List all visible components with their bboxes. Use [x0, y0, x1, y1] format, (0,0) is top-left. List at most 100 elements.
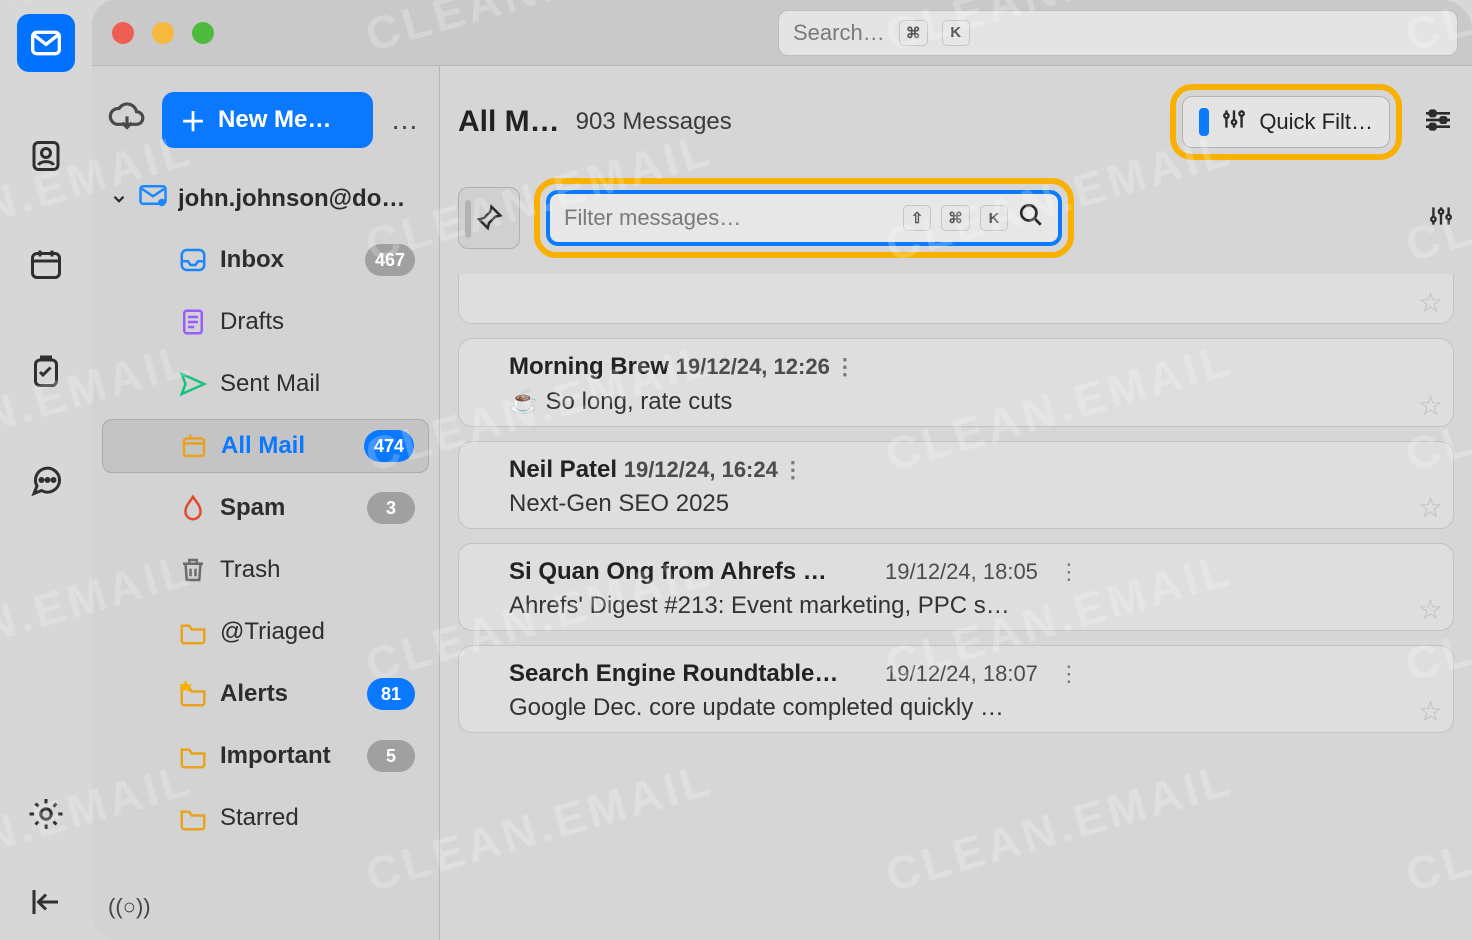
gear-icon[interactable]: [22, 790, 70, 838]
window: Search… ⌘ K ＋ New Me… …: [92, 0, 1472, 940]
star-icon[interactable]: ☆: [1418, 389, 1443, 422]
sidebar-item-label: @Triaged: [220, 618, 415, 646]
titlebar: Search… ⌘ K: [92, 0, 1472, 66]
account-row[interactable]: john.johnson@do…: [102, 170, 429, 233]
envelope-lock-icon: [138, 180, 168, 217]
star-icon[interactable]: ☆: [1418, 695, 1443, 728]
page-title: All M…: [458, 105, 560, 139]
search-input[interactable]: Search… ⌘ K: [778, 10, 1458, 56]
mail-icon[interactable]: [17, 14, 75, 72]
sender: Search Engine Roundtable…: [509, 660, 869, 688]
sidebar-item-label: Spam: [220, 494, 351, 522]
new-message-label: New Me…: [218, 106, 331, 134]
sidebar-item-important[interactable]: Important 5: [102, 729, 429, 783]
badge: 81: [367, 678, 415, 710]
minimize-icon[interactable]: [152, 22, 174, 44]
sidebar-item-label: Starred: [220, 804, 415, 832]
subject: ☕ So long, rate cuts: [509, 387, 1435, 416]
message-card[interactable]: ☆: [458, 274, 1454, 324]
message-list: ☆ Morning Brew 19/12/24, 12:26⋮ ☕ So long…: [440, 274, 1472, 940]
badge: 3: [367, 492, 415, 524]
kebab-icon[interactable]: ⋮: [778, 457, 808, 482]
badge: 5: [367, 740, 415, 772]
date: 19/12/24, 12:26: [676, 354, 830, 379]
sent-icon: [178, 369, 208, 399]
chevron-down-icon: [110, 190, 128, 208]
display-options-icon[interactable]: [1422, 104, 1454, 141]
sidebar-item-sent[interactable]: Sent Mail: [102, 357, 429, 411]
traffic-lights: [112, 22, 214, 44]
folder-icon: [178, 741, 208, 771]
date: 19/12/24, 18:07: [885, 661, 1038, 687]
star-icon[interactable]: ☆: [1418, 593, 1443, 626]
sidebar-item-alerts[interactable]: Alerts 81: [102, 667, 429, 721]
sender: Si Quan Ong from Ahrefs …: [509, 558, 869, 586]
quick-filter-label: Quick Filt…: [1259, 109, 1373, 135]
tasks-icon[interactable]: [22, 348, 70, 396]
date: 19/12/24, 18:05: [885, 559, 1038, 585]
folder-star-icon: [178, 679, 208, 709]
sidebar-item-drafts[interactable]: Drafts: [102, 295, 429, 349]
message-card[interactable]: Search Engine Roundtable… 19/12/24, 18:07…: [458, 645, 1454, 733]
sidebar-items: Inbox 467 Drafts Sent Mail All Mail474 Spam 3 T…: [102, 233, 429, 845]
sidebar-item-spam[interactable]: Spam 3: [102, 481, 429, 535]
kbd-k: K: [942, 20, 970, 46]
sidebar-item-label: Alerts: [220, 680, 351, 708]
message-count: 903 Messages: [576, 108, 732, 136]
filter-placeholder: Filter messages…: [564, 205, 893, 231]
subject: Ahrefs' Digest #213: Event marketing, PP…: [509, 592, 1435, 620]
sidebar-item-label: Important: [220, 742, 351, 770]
main-panel: All M… 903 Messages Quick Filt…: [440, 66, 1472, 940]
kbd-cmd: ⌘: [899, 20, 928, 46]
star-icon[interactable]: ☆: [1418, 491, 1443, 524]
sidebar-item-trash[interactable]: Trash: [102, 543, 429, 597]
sync-icon[interactable]: [108, 99, 146, 142]
sidebar-item-inbox[interactable]: Inbox 467: [102, 233, 429, 287]
folder-icon: [178, 803, 208, 833]
sidebar-item-label: Sent Mail: [220, 370, 415, 398]
filter-active-indicator: [1199, 108, 1209, 136]
message-card[interactable]: Morning Brew 19/12/24, 12:26⋮ ☕ So long, …: [458, 338, 1454, 427]
sidebar: ＋ New Me… … john.johnson@do… Inbox 467 Dra…: [92, 66, 440, 940]
star-icon[interactable]: ☆: [1418, 286, 1443, 319]
broadcast-icon[interactable]: ((○)): [102, 884, 429, 930]
plus-icon: ＋: [180, 102, 206, 139]
kebab-icon[interactable]: ⋮: [1054, 559, 1084, 585]
left-rail: [0, 0, 92, 940]
sidebar-item-label: Drafts: [220, 308, 415, 336]
new-message-button[interactable]: ＋ New Me…: [162, 92, 373, 148]
badge: 474: [364, 430, 414, 462]
filter-options-icon[interactable]: [1428, 203, 1454, 234]
subject: Google Dec. core update completed quickl…: [509, 694, 1435, 722]
spam-icon: [178, 493, 208, 523]
allmail-icon: [179, 431, 209, 461]
maximize-icon[interactable]: [192, 22, 214, 44]
filter-bar: Filter messages… ⇧ ⌘ K: [440, 172, 1472, 274]
sidebar-item-allmail[interactable]: All Mail474: [102, 419, 429, 473]
sidebar-item-triaged[interactable]: @Triaged: [102, 605, 429, 659]
quick-filter-button[interactable]: Quick Filt…: [1182, 96, 1390, 148]
kebab-icon[interactable]: ⋮: [830, 354, 860, 379]
message-card[interactable]: Si Quan Ong from Ahrefs … 19/12/24, 18:05…: [458, 543, 1454, 631]
sender: Neil Patel 19/12/24, 16:24⋮: [509, 456, 869, 484]
badge: 467: [365, 244, 415, 276]
sender: Morning Brew 19/12/24, 12:26⋮: [509, 353, 869, 381]
subject: Next-Gen SEO 2025: [509, 490, 1435, 518]
date: 19/12/24, 16:24: [624, 457, 778, 482]
folder-icon: [178, 617, 208, 647]
kebab-icon[interactable]: ⋮: [1054, 661, 1084, 687]
close-icon[interactable]: [112, 22, 134, 44]
sidebar-item-label: Trash: [220, 556, 415, 584]
sidebar-item-starred[interactable]: Starred: [102, 791, 429, 845]
collapse-icon[interactable]: [22, 878, 70, 926]
more-icon[interactable]: …: [389, 104, 423, 136]
sidebar-item-label: Inbox: [220, 246, 349, 274]
pin-button[interactable]: [458, 187, 520, 249]
filter-input[interactable]: Filter messages… ⇧ ⌘ K: [546, 190, 1062, 246]
kbd-k2: K: [980, 205, 1008, 231]
calendar-icon[interactable]: [22, 240, 70, 288]
sliders-icon: [1221, 106, 1247, 138]
contacts-icon[interactable]: [22, 132, 70, 180]
message-card[interactable]: Neil Patel 19/12/24, 16:24⋮ Next-Gen SEO …: [458, 441, 1454, 529]
chat-icon[interactable]: [22, 456, 70, 504]
